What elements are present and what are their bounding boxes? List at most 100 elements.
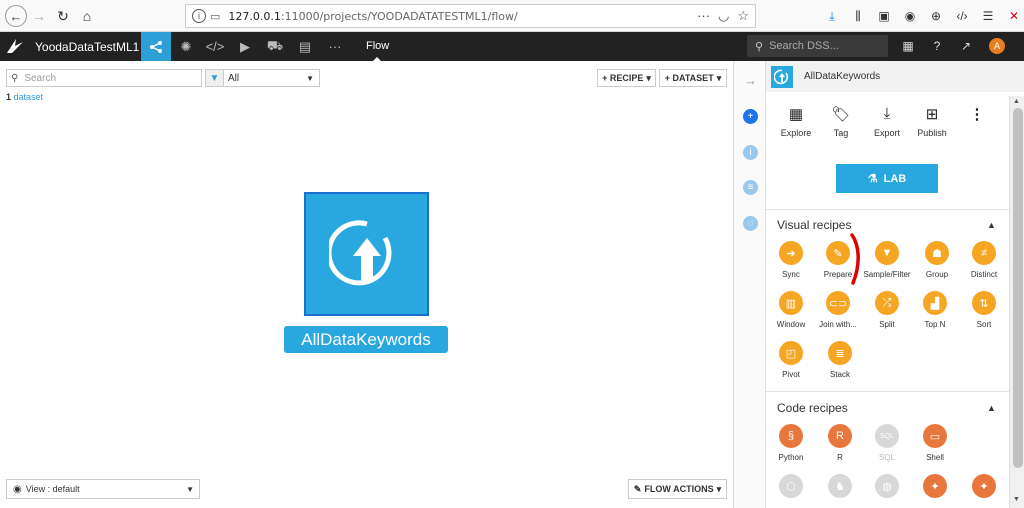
dataset-node-label[interactable]: AllDataKeywords — [284, 326, 448, 353]
group-icon: ☗ — [925, 241, 949, 265]
table-icon: ▦ — [788, 106, 804, 123]
recipe-sql: SQL SQL — [862, 424, 912, 462]
tag-button[interactable]: 🏷 Tag — [820, 105, 862, 138]
recipe-pig: ♞ — [815, 474, 865, 503]
recipe-python[interactable]: § Python — [766, 424, 816, 462]
recipe-sample-filter[interactable]: ▼ Sample/Filter — [862, 241, 912, 279]
add-recipe-button[interactable]: + RECIPE ▾ — [597, 69, 656, 87]
pivot-icon: ◰ — [779, 341, 803, 365]
library-icon[interactable]: ⫼ — [848, 6, 868, 26]
more-actions-button[interactable]: ⋮ — [956, 105, 998, 128]
summary-icon[interactable]: ≡ — [743, 180, 758, 195]
deploy-icon[interactable]: ⛟ — [260, 32, 290, 61]
stack-icon: ≣ — [828, 341, 852, 365]
sql-icon: SQL — [875, 424, 899, 448]
recipe-sort[interactable]: ⇅ Sort — [959, 291, 1009, 329]
recipe-spark-scala[interactable]: ✦ — [959, 474, 1009, 503]
dss-logo-icon[interactable] — [6, 38, 26, 56]
impala-icon: ◍ — [875, 474, 899, 498]
add-dataset-button[interactable]: + DATASET ▾ — [659, 69, 727, 87]
recipe-distinct[interactable]: ≠ Distinct — [959, 241, 1009, 279]
url-text[interactable]: 127.0.0.1:11000/projects/YOODADATATESTML… — [228, 10, 517, 23]
section-divider — [766, 391, 1009, 392]
account-icon[interactable]: ◉ — [900, 6, 920, 26]
upload-dataset-icon — [328, 220, 391, 286]
panel-dataset-name: AllDataKeywords — [804, 71, 881, 82]
dashboard-icon[interactable]: ▤ — [290, 32, 320, 61]
home-icon[interactable]: ⌂ — [76, 5, 98, 27]
explore-button[interactable]: ▦ Explore — [775, 105, 817, 138]
recipe-split[interactable]: ⤮ Split — [862, 291, 912, 329]
help-icon[interactable]: ? — [929, 38, 945, 54]
download-icon[interactable]: ⤓ — [822, 6, 842, 26]
wrench-icon: ✎ — [633, 483, 642, 494]
page-icon: ▭ — [210, 10, 221, 23]
recipes-icon[interactable]: ✺ — [171, 32, 201, 61]
avatar[interactable]: A — [989, 38, 1005, 54]
recipe-window[interactable]: ▥ Window — [766, 291, 816, 329]
flow-icon[interactable] — [141, 32, 171, 61]
recipe-sync[interactable]: ➜ Sync — [766, 241, 816, 279]
more-icon[interactable]: ··· — [320, 32, 350, 61]
forward-icon[interactable]: → — [28, 5, 50, 27]
apps-grid-icon[interactable]: ▦ — [900, 38, 916, 54]
info-circle-icon[interactable]: i — [743, 145, 758, 160]
back-icon[interactable]: ← — [5, 5, 27, 27]
chevron-down-icon: ▼ — [186, 484, 194, 494]
code-extension-icon[interactable]: ‹/› — [952, 6, 972, 26]
more-actions-icon[interactable]: ··· — [697, 8, 710, 24]
chevron-up-icon[interactable]: ▲ — [987, 220, 996, 230]
chevron-down-icon: ▾ — [646, 72, 651, 83]
view-select[interactable]: ◉ View : default ▼ — [6, 479, 200, 499]
sidebar-icon[interactable]: ▣ — [874, 6, 894, 26]
lab-button[interactable]: ⚗ LAB — [836, 164, 938, 193]
panel-scrollbar[interactable]: ▲ ▼ — [1009, 96, 1024, 508]
recipe-r[interactable]: RR — [815, 424, 865, 462]
activity-icon[interactable]: ↗ — [958, 38, 974, 54]
dataset-node[interactable] — [304, 192, 429, 316]
pig-icon: ♞ — [828, 474, 852, 498]
collapse-arrow-icon[interactable]: → — [743, 73, 758, 88]
flow-canvas[interactable]: ⚲ Search ▼ All ▼ + RECIPE ▾ + DATASET ▾ 1 … — [0, 61, 733, 508]
sort-icon: ⇅ — [972, 291, 996, 315]
recipe-group[interactable]: ☗ Group — [912, 241, 962, 279]
flow-filter-select[interactable]: ▼ All ▼ — [205, 69, 320, 87]
chevron-down-icon: ▾ — [716, 483, 722, 494]
global-search-input[interactable]: ⚲ Search DSS... — [747, 35, 888, 57]
plus-circle-icon[interactable]: + — [743, 109, 758, 124]
extension-icon[interactable]: ⊕ — [926, 6, 946, 26]
flow-actions-button[interactable]: ✎ FLOW ACTIONS ▾ — [628, 479, 727, 499]
breadcrumb-flow[interactable]: Flow — [366, 40, 389, 52]
export-button[interactable]: ⤓ Export — [866, 105, 908, 138]
bookmark-star-icon[interactable]: ☆ — [737, 8, 749, 24]
project-name[interactable]: YoodaDataTestML1 — [35, 40, 139, 54]
flask-icon: ⚗ — [867, 173, 878, 185]
window-icon: ▥ — [779, 291, 803, 315]
publish-button[interactable]: ⊞ Publish — [911, 105, 953, 138]
address-bar[interactable]: i ▭ 127.0.0.1:11000/projects/YOODADATATE… — [185, 4, 756, 28]
flow-search-input[interactable]: ⚲ Search — [6, 69, 202, 87]
menu-icon[interactable]: ☰ — [978, 6, 998, 26]
recipe-spark-sql[interactable]: ✦ — [910, 474, 960, 503]
recipe-pivot[interactable]: ◰ Pivot — [766, 341, 816, 379]
reload-icon[interactable]: ↻ — [52, 5, 74, 27]
info-icon[interactable]: i — [192, 9, 206, 23]
recipe-top-n[interactable]: ▟ Top N — [910, 291, 960, 329]
split-icon: ⤮ — [875, 291, 899, 315]
recipe-join[interactable]: ⊂⊃ Join with... — [813, 291, 863, 329]
browser-toolbar: ← → ↻ ⌂ i ▭ 127.0.0.1:11000/projects/YOO… — [0, 0, 1024, 32]
recipe-shell[interactable]: ▭ Shell — [910, 424, 960, 462]
scroll-down-icon[interactable]: ▼ — [1013, 496, 1020, 503]
recipe-stack[interactable]: ≣ Stack — [815, 341, 865, 379]
code-icon[interactable]: </> — [200, 32, 230, 61]
chevron-down-icon: ▾ — [716, 72, 722, 83]
join-icon: ⊂⊃ — [826, 291, 850, 315]
run-icon[interactable]: ▶ — [230, 32, 260, 61]
chevron-up-icon[interactable]: ▲ — [987, 403, 996, 413]
scroll-thumb[interactable] — [1013, 108, 1023, 468]
discussion-icon[interactable]: ◌ — [743, 216, 758, 231]
close-icon[interactable]: ✕ — [1004, 6, 1024, 26]
pocket-icon[interactable]: ◡ — [718, 8, 729, 24]
scroll-up-icon[interactable]: ▲ — [1013, 98, 1020, 105]
dataset-count[interactable]: 1 dataset — [6, 92, 43, 102]
